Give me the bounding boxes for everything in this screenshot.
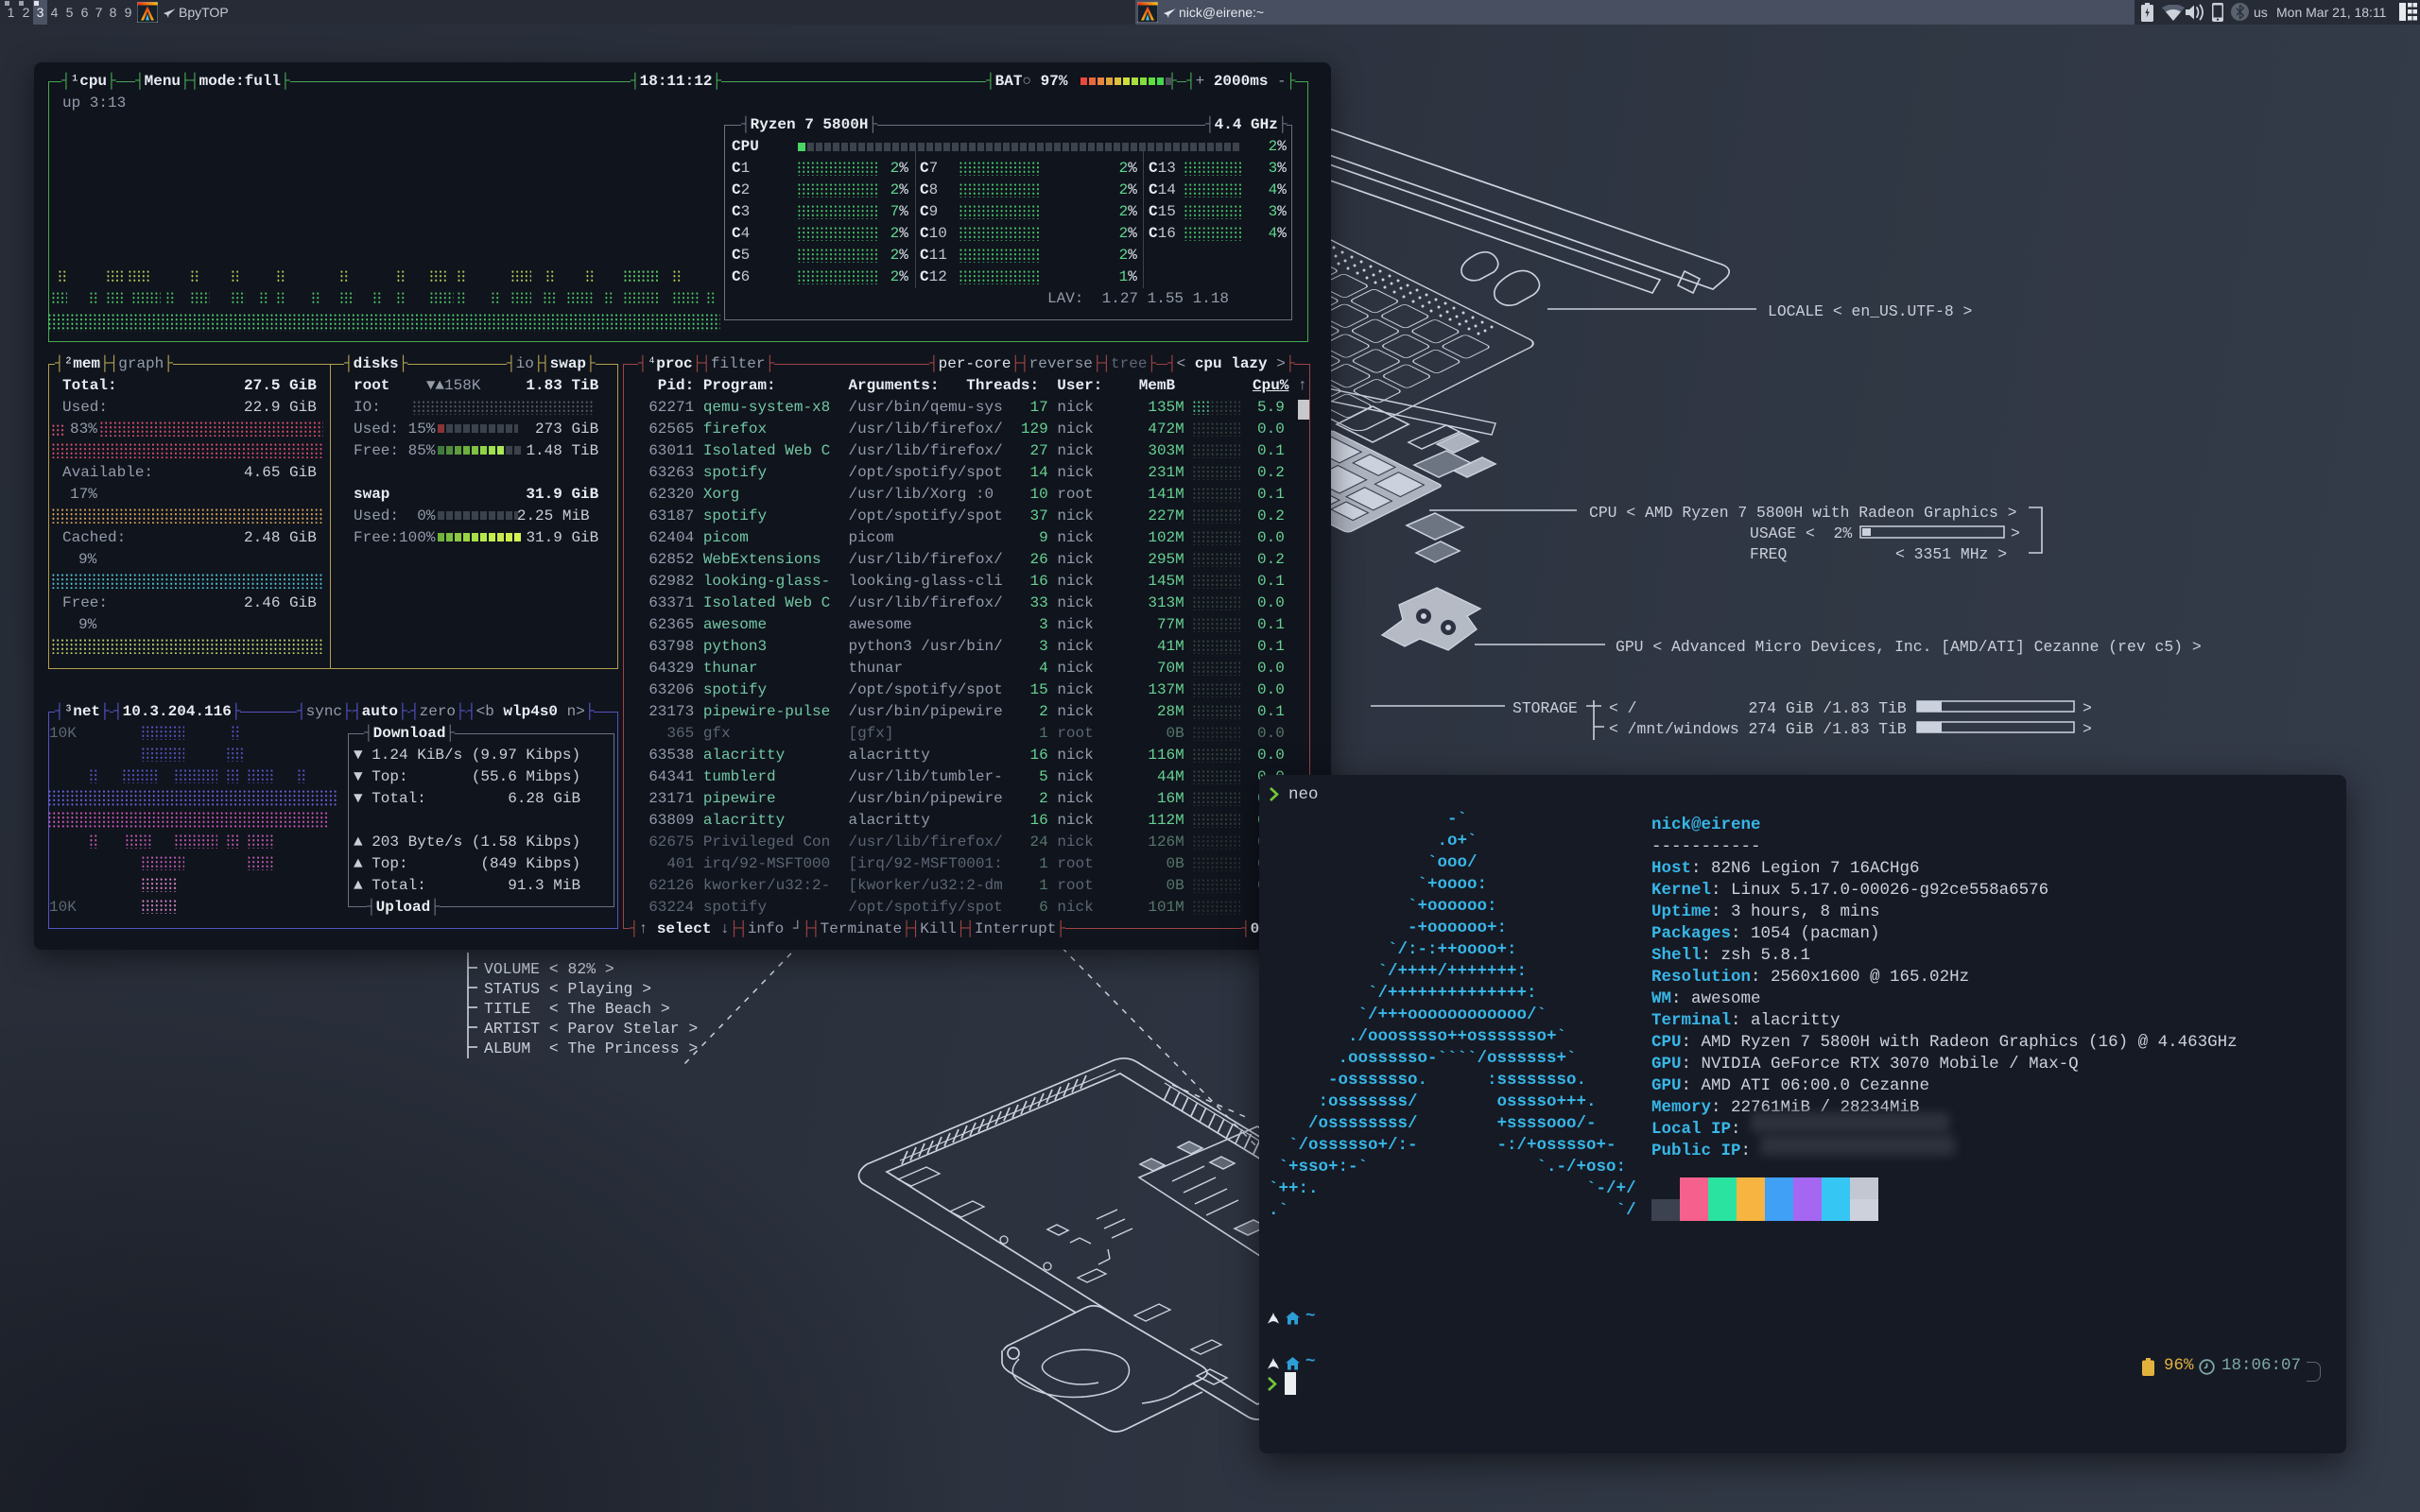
svg-text:>: > [2083,699,2092,717]
svg-text:FREQ: FREQ [1750,545,1788,563]
svg-text:>: > [2011,524,2020,542]
svg-text:STATUS < Playing >: STATUS < Playing > [484,980,651,998]
svg-text:< / 274 GiB /1.83 T: < / 274 GiB /1.83 TiB [1609,699,1907,717]
svg-text:LOCALE < en_US.UTF-8 >: LOCALE < en_US.UTF-8 > [1768,302,1972,320]
svg-text:TITLE < The Beach >: TITLE < The Beach > [484,1000,670,1018]
svg-text:>: > [2083,720,2092,738]
svg-text:ARTIST < Parov Stelar >: ARTIST < Parov Stelar > [484,1020,698,1038]
svg-text:CPU < AMD Ryzen 7 5800H with R: CPU < AMD Ryzen 7 5800H with Radeon Grap… [1589,504,2016,522]
svg-text:VOLUME < 82% >: VOLUME < 82% > [484,960,614,978]
svg-text:< /mnt/windows 274 GiB /1.83 T: < /mnt/windows 274 GiB /1.83 TiB [1609,720,1907,738]
svg-text:ALBUM < The Princess >: ALBUM < The Princess > [484,1040,698,1057]
svg-text:< 3351 MHz >: < 3351 MHz > [1895,545,2007,563]
svg-text:USAGE < 2%: USAGE < 2% [1750,524,1852,542]
svg-text:GPU < Advanced Micro Devices,: GPU < Advanced Micro Devices, Inc. [AMD/… [1616,638,2202,656]
svg-text:STORAGE: STORAGE [1512,699,1578,717]
